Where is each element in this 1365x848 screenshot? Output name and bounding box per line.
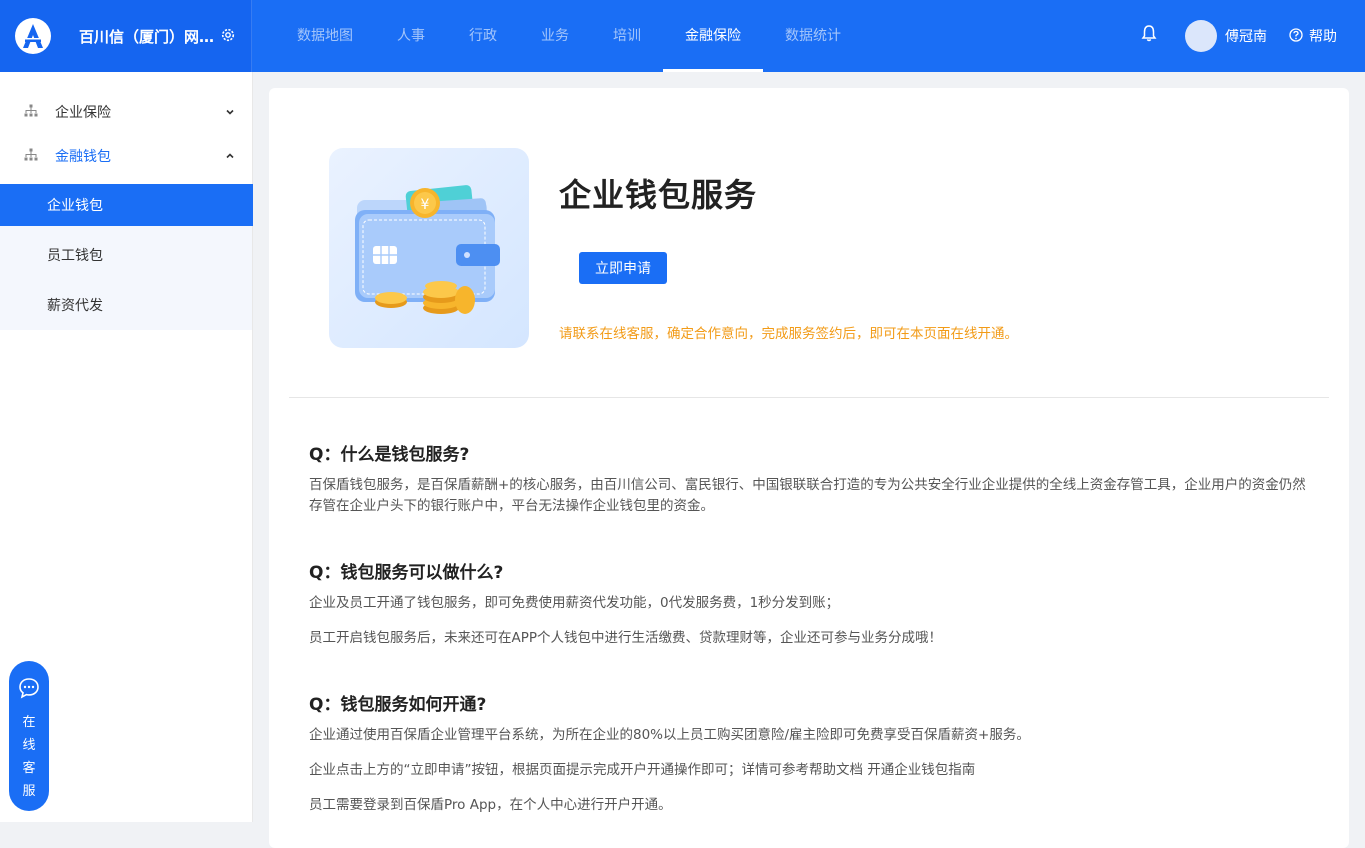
sidebar-item-enterprise-wallet[interactable]: 企业钱包: [0, 184, 253, 226]
sidebar-group-finance-wallet[interactable]: 金融钱包: [0, 134, 253, 178]
nav-admin[interactable]: 行政: [469, 0, 497, 72]
service-char: 客: [22, 761, 36, 776]
page-title: 企业钱包服务: [559, 176, 758, 214]
sidebar-group-label: 金融钱包: [55, 149, 111, 165]
chevron-up-icon: [226, 153, 234, 159]
faq-answer: 百保盾钱包服务，是百保盾薪酬+的核心服务，由百川信公司、富民银行、中国银联联合打…: [309, 477, 1306, 514]
active-nav-indicator: [663, 69, 763, 72]
nav-statistics[interactable]: 数据统计: [785, 0, 841, 72]
sidebar-group-label: 企业保险: [55, 105, 111, 121]
chevron-down-icon: [226, 109, 234, 115]
faq-question: Q：钱包服务可以做什么?: [309, 563, 504, 583]
svg-text:¥: ¥: [421, 197, 430, 213]
service-char: 服: [22, 784, 36, 799]
avatar[interactable]: [1185, 20, 1217, 52]
faq-section-3: Q：钱包服务如何开通? 企业通过使用百保盾企业管理平台系统，为所在企业的80%以…: [309, 690, 1309, 830]
faq-answer: 员工需要登录到百保盾Pro App，在个人中心进行开户开通。: [309, 797, 672, 813]
divider: [289, 397, 1329, 398]
faq-answer: 企业及员工开通了钱包服务，即可免费使用薪资代发功能，0代发服务费，1秒分发到账；: [309, 595, 840, 611]
bell-icon[interactable]: [1141, 24, 1157, 42]
faq-question: Q：什么是钱包服务?: [309, 445, 470, 465]
faq-answer: 企业通过使用百保盾企业管理平台系统，为所在企业的80%以上员工购买团意险/雇主险…: [309, 727, 1030, 743]
faq-question: Q：钱包服务如何开通?: [309, 695, 487, 715]
nav-hr[interactable]: 人事: [397, 0, 425, 72]
sidebar-item-employee-wallet[interactable]: 员工钱包: [0, 234, 253, 276]
faq-section-1: Q：什么是钱包服务? 百保盾钱包服务，是百保盾薪酬+的核心服务，由百川信公司、富…: [309, 440, 1309, 531]
org-chart-icon: [24, 148, 38, 161]
apply-now-button[interactable]: 立即申请: [579, 252, 667, 284]
help-icon[interactable]: [1289, 28, 1303, 42]
nav-data-map[interactable]: 数据地图: [297, 0, 353, 72]
notice-text: 请联系在线客服，确定合作意向，完成服务签约后，即可在本页面在线开通。: [559, 326, 1018, 342]
online-service-button[interactable]: 在 线 客 服: [9, 661, 49, 811]
company-name: 百川信（厦门）网络...: [79, 28, 219, 46]
brand-area: 百川信（厦门）网络...: [0, 0, 252, 72]
gear-icon[interactable]: [220, 27, 236, 43]
sidebar-item-label: 员工钱包: [47, 248, 103, 264]
nav-training[interactable]: 培训: [613, 0, 641, 72]
nav-business[interactable]: 业务: [541, 0, 569, 72]
username[interactable]: 傅冠南: [1225, 26, 1267, 46]
faq-answer: 员工开启钱包服务后，未来还可在APP个人钱包中进行生活缴费、贷款理财等，企业还可…: [309, 630, 943, 646]
service-char: 线: [22, 738, 36, 753]
top-bar: 百川信（厦门）网络... 数据地图 人事 行政 业务 培训 金融保险 数据统计 …: [0, 0, 1365, 72]
online-service-label: 在 线 客 服: [9, 711, 49, 803]
service-char: 在: [22, 715, 36, 730]
main-card: ¥ 企业钱包服务 立即申请 请联系在线客服，确定合作意向，完成服务签约后，即可在…: [269, 88, 1349, 848]
chat-icon: [19, 678, 39, 699]
wallet-illustration: ¥: [329, 148, 529, 348]
sidebar-group-enterprise-insurance[interactable]: 企业保险: [0, 90, 253, 134]
faq-section-2: Q：钱包服务可以做什么? 企业及员工开通了钱包服务，即可免费使用薪资代发功能，0…: [309, 558, 1309, 663]
help-link[interactable]: 帮助: [1309, 26, 1337, 46]
wallet-icon: ¥: [355, 185, 500, 314]
sidebar-item-label: 薪资代发: [47, 298, 103, 314]
nav-finance-insurance[interactable]: 金融保险: [685, 0, 741, 72]
logo-icon[interactable]: [15, 18, 51, 54]
sidebar-item-payroll[interactable]: 薪资代发: [0, 284, 253, 326]
faq-answer: 企业点击上方的“立即申请”按钮，根据页面提示完成开户开通操作即可；详情可参考帮助…: [309, 762, 976, 778]
sidebar-item-label: 企业钱包: [47, 198, 103, 214]
org-chart-icon: [24, 104, 38, 117]
